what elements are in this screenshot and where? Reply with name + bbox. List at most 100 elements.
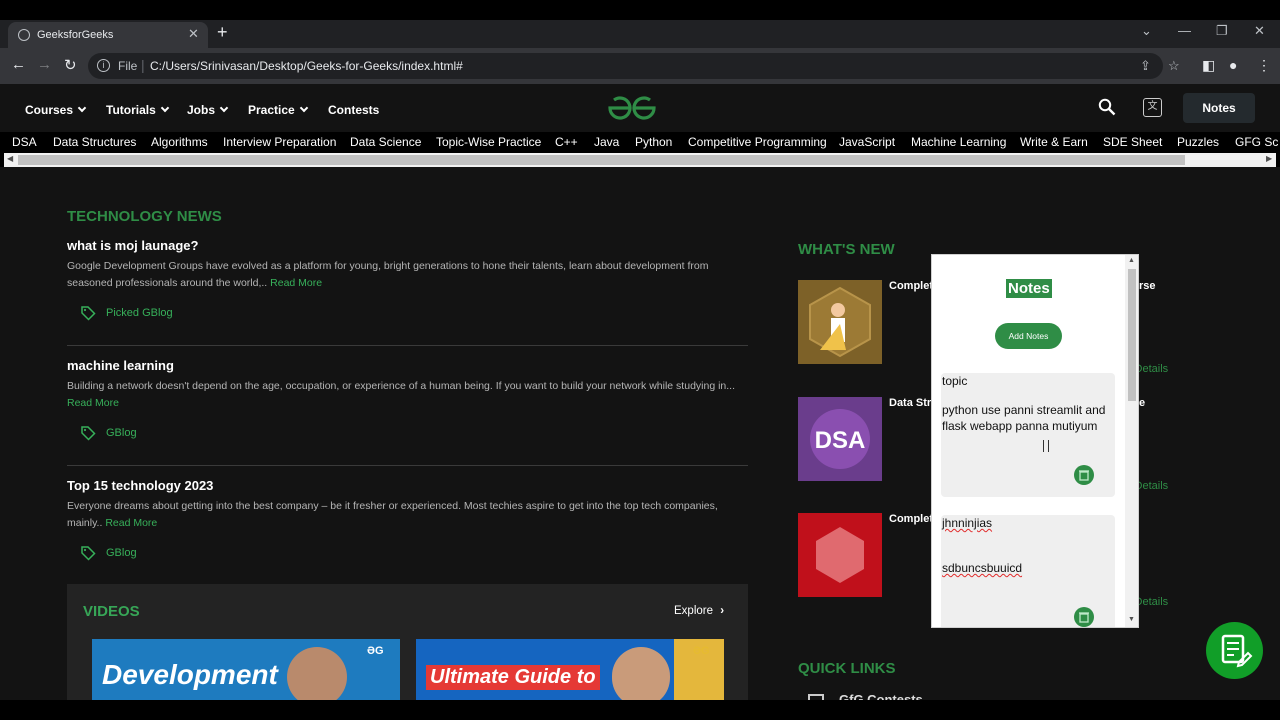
menu-label: Tutorials [106,103,156,117]
red-hexagon-icon[interactable] [798,513,882,597]
url-text[interactable]: C:/Users/Srinivasan/Desktop/Geeks-for-Ge… [150,59,463,73]
new-tab-button[interactable]: + [217,22,228,43]
scrollbar-thumb[interactable] [1128,269,1136,401]
topic-link[interactable]: DSA [12,135,37,149]
browser-tab-bar: GeeksforGeeks ✕ + ⌄ — ❐ ✕ [0,20,1280,48]
read-more-link[interactable]: Read More [105,517,157,529]
whats-new-title[interactable]: Complet [889,280,933,292]
news-tag[interactable]: Picked GBlog [80,305,173,321]
menu-courses[interactable]: Courses [25,103,87,117]
restore-button[interactable]: ❐ [1216,23,1228,39]
add-notes-button[interactable]: Add Notes [995,323,1062,349]
note-body[interactable]: sdbuncsbuuicd [942,561,1107,577]
menu-label: Courses [25,103,74,117]
news-desc-line: Everyone dreams about getting into the b… [67,500,718,512]
news-title[interactable]: what is moj launage? [67,238,198,253]
delete-note-button[interactable] [1074,465,1094,485]
menu-label: Practice [248,103,295,117]
forward-arrow-icon[interactable]: → [37,56,52,73]
notes-panel: Notes Add Notes topic python use panni s… [931,254,1139,628]
topic-link[interactable]: Write & Earn [1020,135,1088,149]
more-menu-icon[interactable]: ⋮ [1257,57,1271,74]
profile-icon[interactable]: ● [1229,57,1237,73]
tag-icon [81,426,96,441]
news-title[interactable]: machine learning [67,358,174,373]
info-icon[interactable]: i [97,59,110,72]
tag-icon [81,546,96,561]
omni-separator: | [141,57,145,73]
note-title[interactable]: jhnninjias [942,516,992,530]
news-tag[interactable]: GBlog [80,545,137,561]
video-thumbnail[interactable]: Ultimate Guide to ƏG [416,639,724,700]
side-panel-icon[interactable]: ◧ [1202,57,1215,74]
note-body[interactable]: python use panni streamlit and flask web… [942,403,1107,434]
note-title[interactable]: topic [942,374,967,388]
topic-link[interactable]: Puzzles [1177,135,1219,149]
topic-link[interactable]: Interview Preparation [223,135,336,149]
dsa-hexagon-icon[interactable]: DSA [798,397,882,481]
notes-panel-title: Notes [1006,279,1052,298]
delete-note-button[interactable] [1074,607,1094,627]
search-icon[interactable] [1098,98,1116,116]
explore-link[interactable]: Explore › [674,605,724,617]
topic-link[interactable]: Competitive Programming [688,135,827,149]
scroll-up-icon[interactable]: ▲ [1128,257,1135,264]
scrollbar-thumb[interactable] [18,155,1185,165]
bookmark-star-icon[interactable]: ☆ [1168,58,1180,74]
news-title[interactable]: Top 15 technology 2023 [67,478,213,493]
video-thumbnail[interactable]: Development ƏG [92,639,400,700]
note-card[interactable]: topic python use panni streamlit and fla… [941,373,1115,497]
reload-icon[interactable]: ↻ [64,56,77,74]
tab-search-icon[interactable]: ⌄ [1141,23,1152,39]
trash-icon [1079,612,1089,623]
browser-tab[interactable]: GeeksforGeeks ✕ [8,22,208,48]
notes-button[interactable]: Notes [1183,93,1255,123]
topic-link[interactable]: Data Structures [53,135,136,149]
menu-practice[interactable]: Practice [248,103,308,117]
quick-link[interactable]: GfG Contests [839,692,923,700]
scroll-right-icon[interactable]: ▶ [1266,154,1272,163]
scroll-left-icon[interactable]: ◀ [7,154,13,163]
note-body-text: sdbuncsbuuicd [942,561,1023,575]
text-cursor-icon [1043,440,1049,452]
horizontal-scrollbar[interactable]: ◀ ▶ [4,153,1276,167]
topic-link[interactable]: Python [635,135,672,149]
tab-title: GeeksforGeeks [37,29,114,41]
tab-close-icon[interactable]: ✕ [188,26,199,42]
video-thumb-title: Ultimate Guide to [426,665,600,690]
trash-icon [1079,470,1089,481]
whats-new-title[interactable]: Data Str [889,397,931,409]
gfg-logo-icon[interactable] [606,95,658,121]
course-person-icon[interactable] [798,280,882,364]
back-arrow-icon[interactable]: ← [11,56,26,73]
menu-jobs[interactable]: Jobs [187,103,229,117]
topic-strip: DSA Data Structures Algorithms Interview… [0,132,1280,152]
read-more-link[interactable]: Read More [270,277,322,289]
menu-contests[interactable]: Contests [328,103,379,117]
browser-toolbar: ← → ↻ i File | C:/Users/Srinivasan/Deskt… [0,48,1280,84]
share-icon[interactable]: ⇪ [1140,58,1151,74]
close-window-button[interactable]: ✕ [1254,23,1265,39]
topic-link[interactable]: Data Science [350,135,421,149]
dsa-thumbnail-art: DSA [810,409,870,469]
note-card[interactable]: jhnninjias sdbuncsbuuicd [941,515,1115,627]
address-bar[interactable]: i File | C:/Users/Srinivasan/Desktop/Gee… [88,53,1180,79]
minimize-button[interactable]: — [1178,23,1191,38]
topic-link[interactable]: SDE Sheet [1103,135,1162,149]
news-description: Everyone dreams about getting into the b… [67,498,747,531]
topic-link[interactable]: Java [594,135,619,149]
topic-link[interactable]: JavaScript [839,135,895,149]
notes-scrollbar[interactable]: ▲ ▼ [1125,255,1138,627]
floating-notes-button[interactable] [1206,622,1263,679]
scroll-down-icon[interactable]: ▼ [1128,616,1135,623]
topic-link[interactable]: GFG Sc [1235,135,1278,149]
topic-link[interactable]: Topic-Wise Practice [436,135,541,149]
whats-new-title[interactable]: Complet [889,513,933,525]
menu-tutorials[interactable]: Tutorials [106,103,170,117]
translate-icon[interactable]: 文 [1143,98,1162,117]
news-tag[interactable]: GBlog [80,425,137,441]
topic-link[interactable]: C++ [555,135,578,149]
topic-link[interactable]: Machine Learning [911,135,1006,149]
topic-link[interactable]: Algorithms [151,135,208,149]
read-more-link[interactable]: Read More [67,397,119,409]
